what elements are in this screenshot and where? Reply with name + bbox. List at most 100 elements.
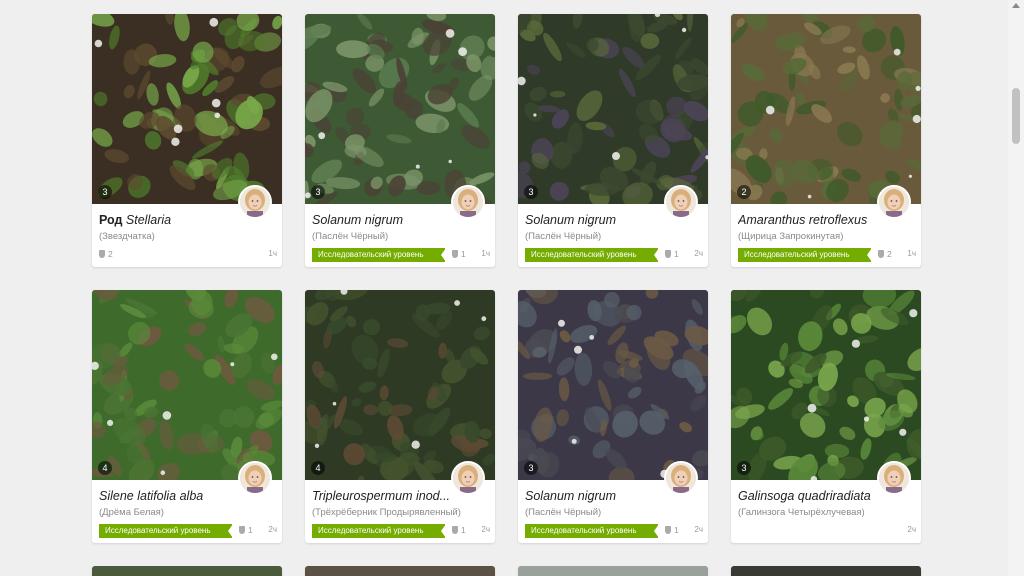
scientific-name: Solanum nigrum (312, 213, 404, 227)
photo-count-badge: 3 (524, 461, 538, 475)
plant-photo-image (731, 290, 921, 480)
plant-photo-image (731, 14, 921, 204)
observation-time: 1ч (481, 249, 490, 258)
scientific-name: Solanum nigrum (525, 213, 617, 227)
observation-meta: Исследовательский уровень 1 2ч (525, 248, 703, 262)
observation-card[interactable]: 4 Silene latifolia alba (Дрёма Белая) Иссле… (92, 290, 282, 543)
identification-shield-icon (239, 526, 245, 534)
plant-photo-image (92, 14, 282, 204)
scientific-name: Stellaria (125, 213, 172, 227)
quality-grade-badge: Исследовательский уровень (738, 248, 871, 262)
identifications-count: 1 (452, 249, 466, 259)
observation-time: 2ч (268, 525, 277, 534)
quality-grade-badge: Исследовательский уровень (312, 524, 445, 538)
observation-photo[interactable]: 3 (518, 14, 708, 204)
taxon-name[interactable]: Род Stellaria (99, 213, 239, 227)
identifications-count: 1 (239, 525, 253, 535)
photo-count-badge: 3 (524, 185, 538, 199)
quality-grade-badge: Исследовательский уровень (312, 248, 445, 262)
common-name: (Дрёма Белая) (99, 507, 164, 518)
photo-count-badge: 4 (311, 461, 325, 475)
scientific-name: Tripleurospermum inod... (312, 489, 451, 503)
user-avatar[interactable] (664, 461, 698, 495)
user-face-icon (453, 463, 483, 493)
scientific-name: Solanum nigrum (525, 489, 617, 503)
taxon-name[interactable]: Solanum nigrum (525, 489, 665, 503)
user-avatar[interactable] (451, 185, 485, 219)
identification-shield-icon (452, 250, 458, 258)
user-face-icon (453, 187, 483, 217)
plant-photo-image (518, 14, 708, 204)
observation-card[interactable]: 3 Galinsoga quadriradiata (Галинзога Четыр… (731, 290, 921, 543)
identifications-count: 2 (99, 249, 113, 259)
identifications-count: 2 (878, 249, 892, 259)
identifications-value: 1 (248, 525, 253, 535)
observation-meta: 2 1ч (99, 248, 277, 262)
common-name: (Паслён Чёрный) (312, 231, 389, 242)
scroll-thumb[interactable] (1012, 88, 1020, 144)
scientific-name: Amaranthus retroflexus (738, 213, 868, 227)
identification-shield-icon (99, 250, 105, 258)
plant-photo-image (305, 14, 495, 204)
observation-photo[interactable]: 3 (92, 14, 282, 204)
taxon-name[interactable]: Amaranthus retroflexus (738, 213, 878, 227)
taxon-name[interactable]: Silene latifolia alba (99, 489, 239, 503)
common-name: (Звездчатка) (99, 231, 155, 242)
observation-card[interactable]: 3 Род Stellaria (Звездчатка) 2 1ч (92, 14, 282, 267)
user-face-icon (879, 463, 909, 493)
common-name: (Галинзога Четырёхлучевая) (738, 507, 865, 518)
observation-meta: Исследовательский уровень 2 1ч (738, 248, 916, 262)
quality-grade-badge: Исследовательский уровень (99, 524, 232, 538)
common-name: (Паслён Чёрный) (525, 507, 602, 518)
taxon-name[interactable]: Solanum nigrum (525, 213, 665, 227)
observation-time: 2ч (694, 249, 703, 258)
observation-photo[interactable]: 3 (305, 14, 495, 204)
identifications-value: 1 (461, 525, 466, 535)
photo-count-badge: 3 (737, 461, 751, 475)
scientific-name: Silene latifolia alba (99, 489, 204, 503)
photo-count-badge: 2 (737, 185, 751, 199)
taxon-name[interactable]: Tripleurospermum inod... (312, 489, 452, 503)
user-avatar[interactable] (451, 461, 485, 495)
observation-card-partial[interactable] (518, 566, 708, 576)
observation-card[interactable]: 3 Solanum nigrum (Паслён Чёрный) Исследоват… (518, 14, 708, 267)
plant-photo-image (92, 290, 282, 480)
scroll-up-arrow-icon[interactable] (1012, 3, 1020, 8)
user-avatar[interactable] (664, 185, 698, 219)
user-avatar[interactable] (238, 461, 272, 495)
observation-time: 2ч (694, 525, 703, 534)
observation-photo[interactable]: 2 (731, 14, 921, 204)
scientific-name: Galinsoga quadriradiata (738, 489, 871, 503)
identifications-count: 1 (452, 525, 466, 535)
observation-time: 1ч (907, 249, 916, 258)
quality-grade-badge: Исследовательский уровень (525, 248, 658, 262)
observation-photo[interactable]: 4 (92, 290, 282, 480)
observation-card[interactable]: 2 Amaranthus retroflexus (Щирица Запрокину… (731, 14, 921, 267)
page-scrollbar[interactable] (1008, 0, 1024, 576)
user-avatar[interactable] (238, 185, 272, 219)
observation-photo[interactable]: 3 (518, 290, 708, 480)
observation-card[interactable]: 3 Solanum nigrum (Паслён Чёрный) Исследоват… (305, 14, 495, 267)
quality-grade-badge: Исследовательский уровень (525, 524, 658, 538)
observation-photo[interactable]: 3 (731, 290, 921, 480)
taxon-name[interactable]: Galinsoga quadriradiata (738, 489, 878, 503)
observation-photo[interactable]: 4 (305, 290, 495, 480)
common-name: (Трёхрёберник Продырявленный) (312, 507, 461, 518)
observation-card[interactable]: 3 Solanum nigrum (Паслён Чёрный) Исследоват… (518, 290, 708, 543)
user-avatar[interactable] (877, 461, 911, 495)
user-face-icon (240, 187, 270, 217)
user-avatar[interactable] (877, 185, 911, 219)
observation-card-partial[interactable] (92, 566, 282, 576)
observation-card[interactable]: 4 Tripleurospermum inod... (Трёхрёберник П… (305, 290, 495, 543)
observation-meta: Исследовательский уровень 1 2ч (525, 524, 703, 538)
identifications-value: 1 (461, 249, 466, 259)
user-face-icon (879, 187, 909, 217)
plant-photo-image (518, 290, 708, 480)
observation-card-partial[interactable] (305, 566, 495, 576)
taxon-name[interactable]: Solanum nigrum (312, 213, 452, 227)
observation-meta: Исследовательский уровень 1 2ч (99, 524, 277, 538)
observation-time: 2ч (481, 525, 490, 534)
identification-shield-icon (452, 526, 458, 534)
identification-shield-icon (665, 526, 671, 534)
observation-card-partial[interactable] (731, 566, 921, 576)
